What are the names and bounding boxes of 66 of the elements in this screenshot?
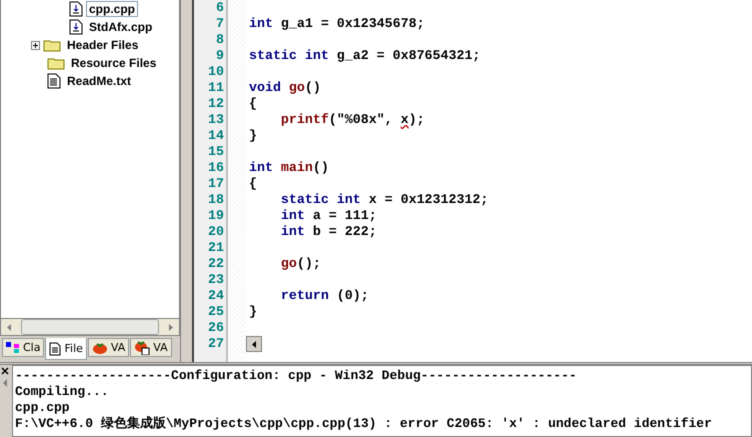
line-number: 12 bbox=[208, 96, 224, 112]
line-number: 6 bbox=[216, 0, 224, 16]
line-number: 16 bbox=[208, 160, 224, 176]
line-number: 19 bbox=[208, 208, 224, 224]
expand-icon[interactable] bbox=[31, 40, 40, 50]
tree-item[interactable]: StdAfx.cpp bbox=[86, 19, 156, 35]
scroll-left-icon[interactable] bbox=[7, 324, 11, 330]
line-number: 27 bbox=[208, 336, 224, 352]
line-number: 23 bbox=[208, 272, 224, 288]
scroll-left-icon bbox=[252, 340, 256, 348]
workspace-tab[interactable]: VA bbox=[130, 338, 172, 357]
output-line: F:\VC++6.0 绿色集成版\MyProjects\cpp\cpp.cpp(13) : error C2065: 'x' : undeclared identifier bbox=[15, 416, 713, 432]
folder-icon bbox=[47, 56, 65, 70]
code-line: { bbox=[249, 96, 257, 112]
code-line: static int g_a2 = 0x87654321; bbox=[249, 48, 480, 64]
line-number: 14 bbox=[208, 128, 224, 144]
line-number: 8 bbox=[216, 32, 224, 48]
code-line: go(); bbox=[280, 256, 321, 272]
tree-item[interactable]: Resource Files bbox=[68, 55, 160, 71]
line-number: 10 bbox=[208, 64, 224, 80]
folder-icon bbox=[43, 38, 61, 52]
line-number: 13 bbox=[208, 112, 224, 128]
text-file-icon bbox=[47, 73, 61, 89]
scroll-right-icon[interactable] bbox=[169, 324, 173, 330]
class-view-icon bbox=[6, 342, 20, 354]
workspace-tab[interactable]: File bbox=[45, 338, 87, 360]
line-number: 11 bbox=[208, 80, 224, 96]
tree-item[interactable]: cpp.cpp bbox=[86, 1, 138, 17]
output-line: --------------------Configuration: cpp - Win32 Debug-------------------- bbox=[15, 368, 578, 384]
code-line: void go() bbox=[249, 80, 321, 96]
line-number: 20 bbox=[208, 224, 224, 240]
code-line: { bbox=[249, 176, 257, 192]
code-line: int g_a1 = 0x12345678; bbox=[249, 16, 425, 32]
line-number: 15 bbox=[208, 144, 224, 160]
close-icon[interactable] bbox=[1, 367, 9, 375]
code-line: } bbox=[249, 304, 257, 320]
line-number: 7 bbox=[216, 16, 224, 32]
code-line: int main() bbox=[249, 160, 329, 176]
code-line: int b = 222; bbox=[280, 224, 377, 240]
output-line: Compiling... bbox=[15, 384, 110, 400]
file-view-icon bbox=[49, 342, 62, 356]
tree-item[interactable]: Header Files bbox=[64, 37, 142, 53]
tree-item[interactable]: ReadMe.txt bbox=[64, 73, 134, 89]
horizontal-scrollbar[interactable] bbox=[0, 319, 180, 336]
code-line: int a = 111; bbox=[280, 208, 377, 224]
source-file-icon bbox=[69, 19, 83, 35]
line-number: 21 bbox=[208, 240, 224, 256]
scroll-thumb[interactable] bbox=[21, 319, 159, 335]
tomato-document-icon bbox=[134, 340, 150, 354]
workspace-tab[interactable]: Cla bbox=[2, 338, 44, 357]
code-line: } bbox=[249, 128, 257, 144]
code-line: printf("%08x", x); bbox=[280, 112, 425, 128]
scroll-left-button[interactable] bbox=[246, 336, 262, 352]
tomato-icon bbox=[92, 342, 108, 354]
workspace-tab[interactable]: VA bbox=[88, 338, 130, 357]
code-editor[interactable] bbox=[194, 0, 752, 362]
line-number: 22 bbox=[208, 256, 224, 272]
line-number: 18 bbox=[208, 192, 224, 208]
code-line: return (0); bbox=[280, 288, 369, 304]
line-number: 24 bbox=[208, 288, 224, 304]
line-number: 9 bbox=[216, 48, 224, 64]
line-number: 26 bbox=[208, 320, 224, 336]
line-number: 17 bbox=[208, 176, 224, 192]
output-line: cpp.cpp bbox=[15, 400, 71, 416]
line-number: 25 bbox=[208, 304, 224, 320]
code-line: static int x = 0x12312312; bbox=[280, 192, 488, 208]
